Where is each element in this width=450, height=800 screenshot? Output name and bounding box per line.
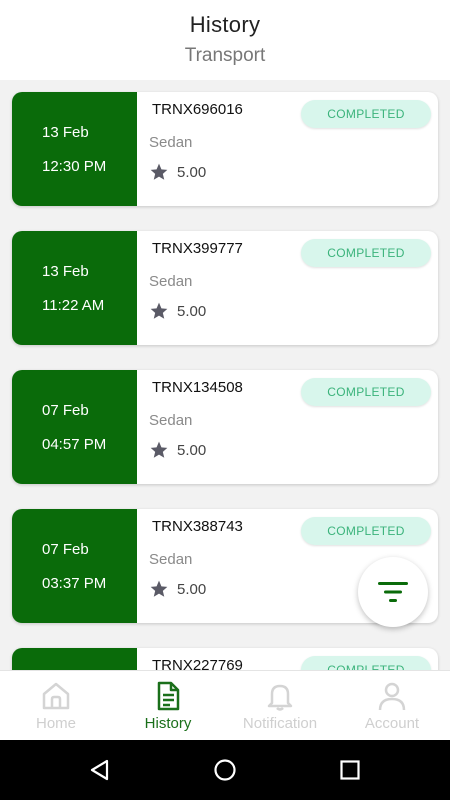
tab-label: Home	[35, 715, 76, 732]
user-icon	[378, 682, 406, 711]
history-card[interactable]: 07 Feb 04:57 PM TRNX134508 COMPLETED Sed…	[12, 370, 438, 484]
home-icon	[42, 682, 70, 710]
app-header: History Transport	[0, 0, 450, 80]
tab-home[interactable]: Home	[0, 671, 112, 741]
bottom-tab-bar: Home History Notification Account	[0, 670, 450, 740]
system-navigation-bar	[0, 740, 450, 800]
history-card[interactable]: TRNX227769 COMPLETED	[12, 648, 438, 670]
tab-label: Account	[364, 715, 420, 732]
rating: 5.00	[149, 162, 206, 182]
rating: 5.00	[149, 440, 206, 460]
star-icon	[150, 163, 168, 180]
transaction-id: TRNX134508	[152, 379, 243, 396]
tab-account[interactable]: Account	[336, 671, 448, 741]
rating-value: 5.00	[177, 580, 207, 598]
date-panel: 13 Feb 12:30 PM	[12, 92, 137, 206]
tab-label: History	[144, 715, 192, 732]
document-icon	[157, 681, 180, 711]
home-circle-icon[interactable]	[213, 758, 237, 782]
status-badge: COMPLETED	[301, 239, 431, 267]
rating-value: 5.00	[177, 302, 207, 320]
history-card[interactable]: 13 Feb 11:22 AM TRNX399777 COMPLETED Sed…	[12, 231, 438, 345]
status-badge: COMPLETED	[301, 378, 431, 406]
star-icon	[150, 441, 168, 458]
trip-date: 13 Feb	[42, 124, 89, 141]
trip-date: 07 Feb	[42, 541, 89, 558]
status-badge: COMPLETED	[301, 100, 431, 128]
filter-button[interactable]	[358, 557, 428, 627]
vehicle-type: Sedan	[149, 551, 193, 568]
rating: 5.00	[149, 301, 206, 321]
trip-date: 07 Feb	[42, 402, 89, 419]
history-card[interactable]: 13 Feb 12:30 PM TRNX696016 COMPLETED Sed…	[12, 92, 438, 206]
star-icon	[150, 302, 168, 319]
filter-icon	[378, 582, 408, 602]
transaction-id: TRNX696016	[152, 101, 243, 118]
trip-time: 03:37 PM	[42, 575, 107, 592]
transaction-id: TRNX388743	[152, 518, 243, 535]
tab-notification[interactable]: Notification	[224, 671, 336, 741]
transaction-id: TRNX399777	[152, 240, 243, 257]
page-subtitle: Transport	[184, 45, 266, 66]
tab-label: Notification	[242, 715, 318, 732]
rating-value: 5.00	[177, 163, 207, 181]
trip-time: 11:22 AM	[42, 297, 105, 314]
star-icon	[150, 580, 168, 597]
date-panel: 13 Feb 11:22 AM	[12, 231, 137, 345]
transaction-id: TRNX227769	[152, 657, 243, 670]
date-panel	[12, 648, 137, 670]
vehicle-type: Sedan	[149, 273, 193, 290]
status-badge: COMPLETED	[301, 656, 431, 670]
trip-time: 12:30 PM	[42, 158, 107, 175]
bell-icon	[267, 684, 293, 711]
date-panel: 07 Feb 04:57 PM	[12, 370, 137, 484]
rating-value: 5.00	[177, 441, 207, 459]
vehicle-type: Sedan	[149, 412, 193, 429]
tab-history[interactable]: History	[112, 671, 224, 741]
page-title: History	[189, 12, 261, 37]
status-badge: COMPLETED	[301, 517, 431, 545]
vehicle-type: Sedan	[149, 134, 193, 151]
date-panel: 07 Feb 03:37 PM	[12, 509, 137, 623]
back-icon[interactable]	[88, 758, 112, 782]
rating: 5.00	[149, 579, 206, 599]
trip-date: 13 Feb	[42, 263, 89, 280]
recents-icon[interactable]	[338, 758, 362, 782]
trip-time: 04:57 PM	[42, 436, 107, 453]
